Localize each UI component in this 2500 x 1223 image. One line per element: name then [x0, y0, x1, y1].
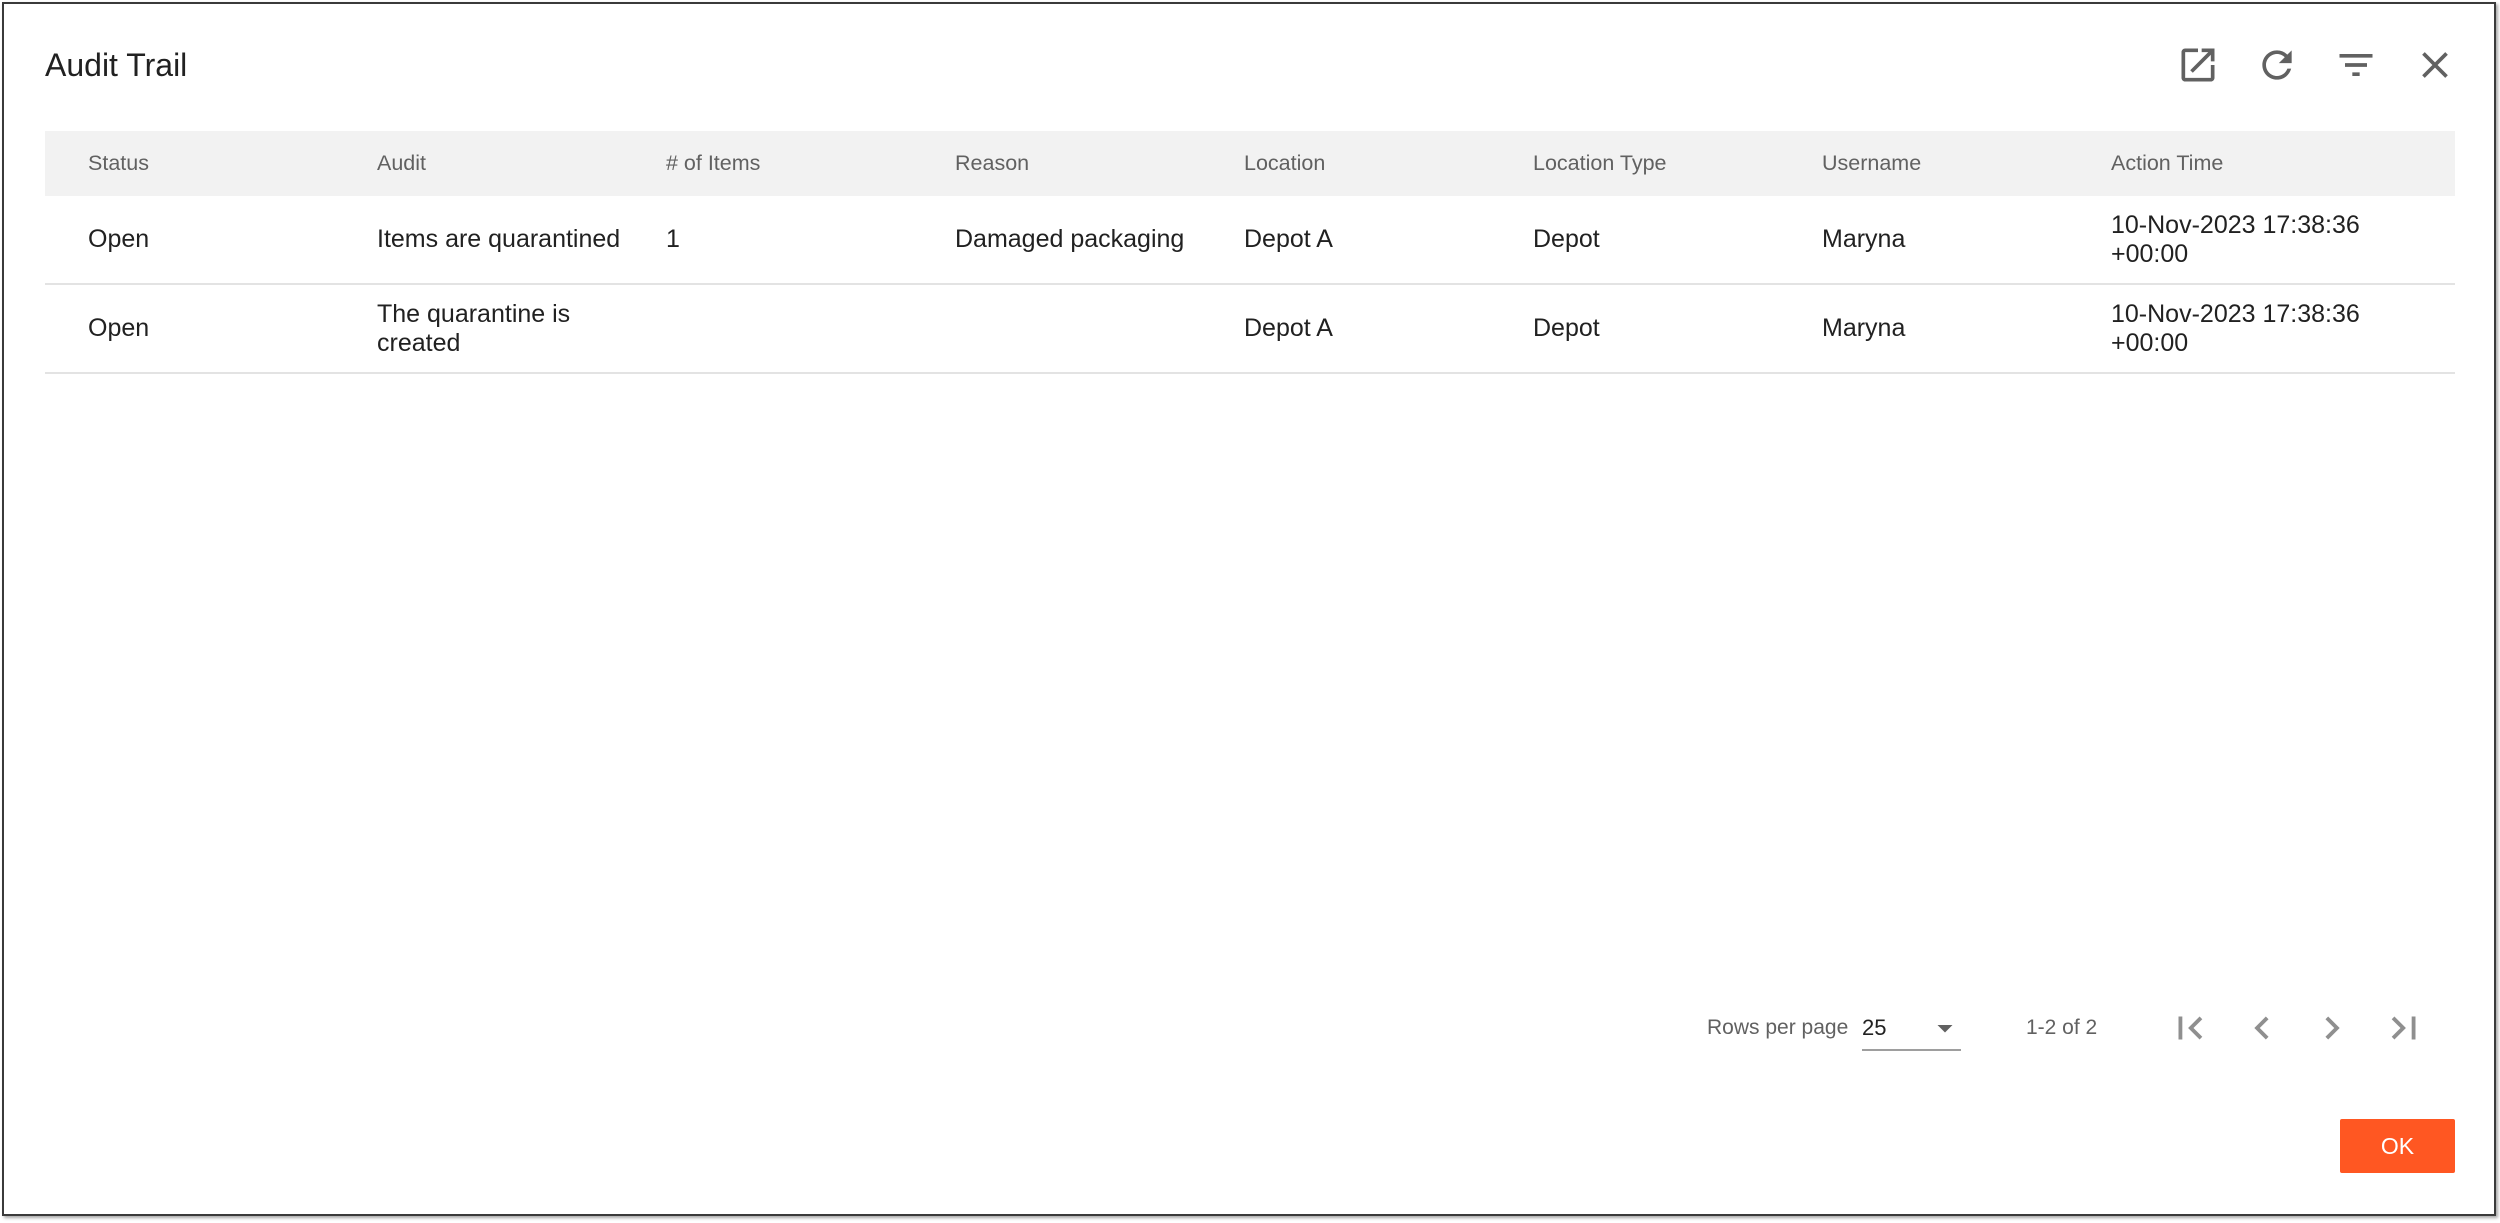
- rows-per-page-label: Rows per page: [1707, 1016, 1849, 1039]
- arrow-drop-down-icon: [1937, 1025, 1953, 1033]
- rows-per-page-value: 25: [1862, 1015, 1887, 1040]
- dialog-toolbar: [2158, 43, 2474, 87]
- dialog-title: Audit Trail: [45, 47, 188, 83]
- next-page-button[interactable]: [2309, 1005, 2355, 1051]
- last-page-button[interactable]: [2381, 1005, 2427, 1051]
- first-page-button[interactable]: [2167, 1005, 2213, 1051]
- cell-audit: Items are quarantined: [377, 225, 621, 253]
- audit-trail-dialog: Audit Trail Status Audit # of Items Reas…: [2, 2, 2496, 1216]
- cell-action-time: 10-Nov-2023 17:38:36 +00:00: [2111, 299, 2360, 357]
- cell-location: Depot A: [1244, 314, 1333, 342]
- column-header-items-count[interactable]: # of Items: [666, 151, 955, 176]
- refresh-icon: [2261, 50, 2292, 80]
- refresh-button[interactable]: [2237, 43, 2316, 87]
- open-in-new-button[interactable]: [2158, 43, 2237, 87]
- cell-location-type: Depot: [1533, 225, 1600, 253]
- next-page-icon: [2325, 1016, 2340, 1040]
- column-header-action-time[interactable]: Action Time: [2111, 151, 2400, 176]
- cell-items-count: 1: [666, 225, 680, 253]
- column-header-location[interactable]: Location: [1244, 151, 1533, 176]
- audit-table: Status Audit # of Items Reason Location …: [45, 131, 2455, 374]
- cell-location-type: Depot: [1533, 314, 1600, 342]
- column-header-reason[interactable]: Reason: [955, 151, 1244, 176]
- cell-reason: Damaged packaging: [955, 225, 1185, 253]
- cell-action-time: 10-Nov-2023 17:38:36 +00:00: [2111, 210, 2360, 268]
- ok-button[interactable]: OK: [2340, 1119, 2455, 1173]
- table-header: Status Audit # of Items Reason Location …: [45, 131, 2455, 196]
- column-header-location-type[interactable]: Location Type: [1533, 151, 1822, 176]
- cell-status: Open: [88, 225, 150, 253]
- open-in-new-icon: [2181, 48, 2214, 82]
- previous-page-icon: [2254, 1016, 2269, 1040]
- column-header-status[interactable]: Status: [88, 151, 377, 176]
- first-page-icon: [2178, 1016, 2203, 1040]
- filter-icon: [2339, 54, 2372, 76]
- cell-username: Maryna: [1822, 225, 1906, 253]
- table-pagination: Rows per page 25 1-2 of 2: [4, 998, 2494, 1058]
- table-row: Open The quarantine is created Depot A D…: [45, 285, 2455, 374]
- last-page-icon: [2391, 1016, 2416, 1040]
- filter-button[interactable]: [2316, 43, 2395, 87]
- column-header-username[interactable]: Username: [1822, 151, 2111, 176]
- cell-location: Depot A: [1244, 225, 1333, 253]
- cell-audit: The quarantine is created: [377, 299, 571, 357]
- rows-per-page-select[interactable]: 25: [1862, 1008, 1961, 1051]
- table-row: Open Items are quarantined 1 Damaged pac…: [45, 196, 2455, 285]
- close-button[interactable]: [2395, 43, 2474, 87]
- column-header-audit[interactable]: Audit: [377, 151, 666, 176]
- cell-status: Open: [88, 314, 150, 342]
- close-icon: [2421, 52, 2448, 78]
- pagination-range-label: 1-2 of 2: [2026, 1016, 2098, 1039]
- cell-username: Maryna: [1822, 314, 1906, 342]
- previous-page-button[interactable]: [2239, 1005, 2285, 1051]
